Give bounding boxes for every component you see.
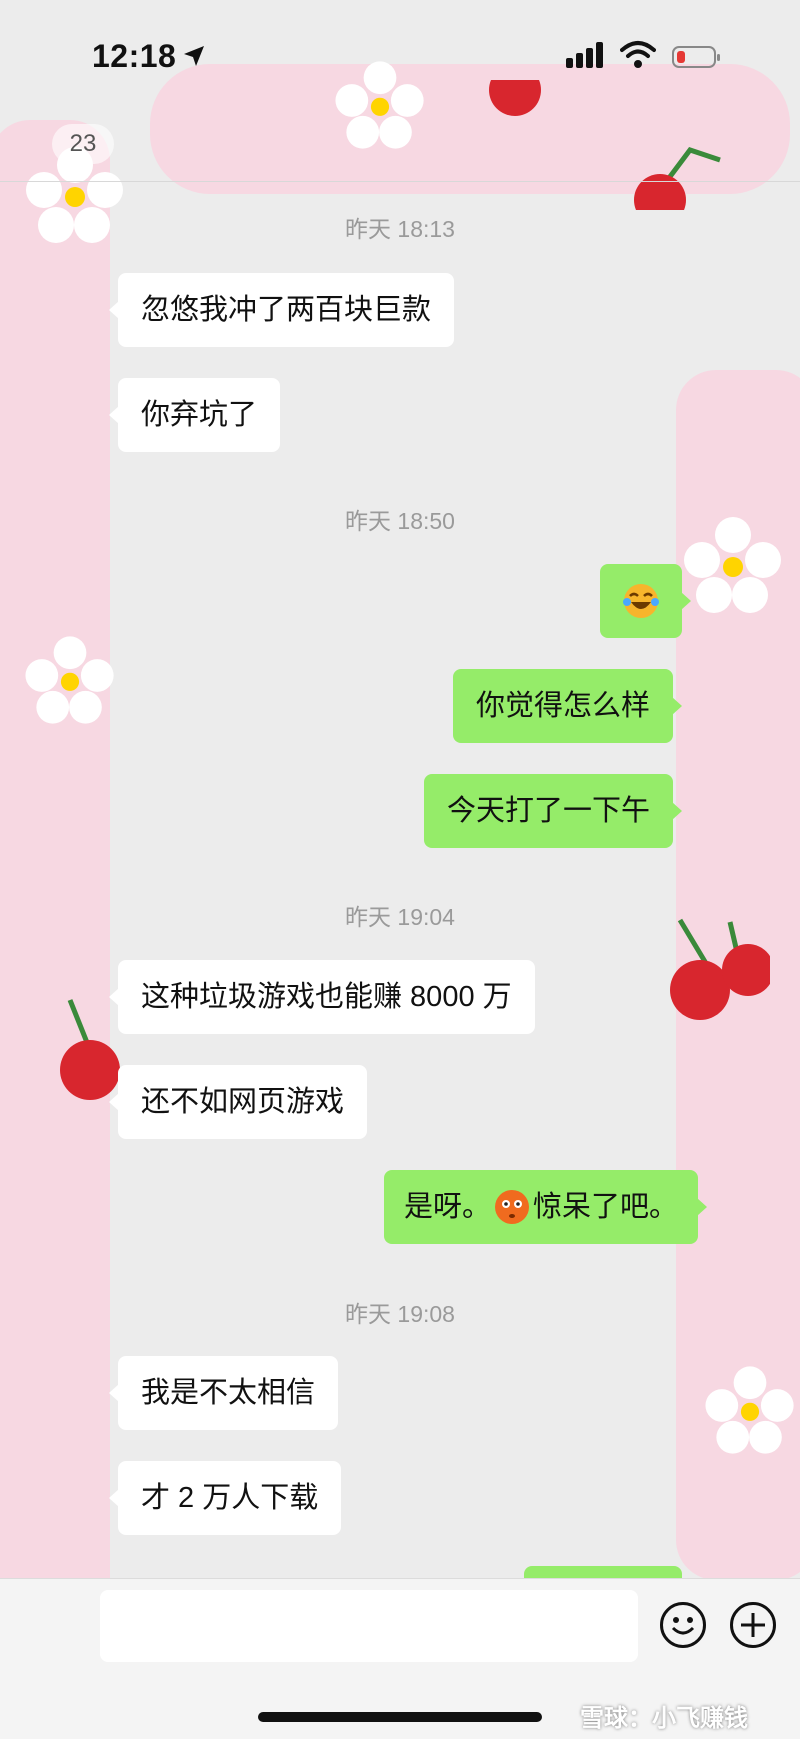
message-text: 你弃坑了 — [141, 398, 258, 431]
unread-count: 23 — [69, 130, 97, 157]
message-text: 惊呆了吧。 — [533, 1190, 679, 1223]
watermark: 雪球：小飞赚钱 — [580, 1705, 748, 1732]
message-text: 今天打了一下午 — [447, 794, 651, 827]
laughing-tears-emoji-icon — [623, 584, 659, 618]
message-text: 忽悠我冲了两百块巨款 — [141, 293, 432, 326]
cherry-decoration-icon — [489, 80, 541, 116]
message-bubble-left[interactable]: 还不如网页游戏 — [108, 1065, 368, 1139]
flower-decoration-icon — [25, 636, 114, 724]
message-text: 我是不太相信 — [141, 1376, 316, 1409]
stunned-face-emoji-icon — [495, 1190, 530, 1224]
plus-icon[interactable] — [730, 1602, 776, 1648]
message-text: 才 2 万人下载 — [141, 1481, 319, 1514]
message-bubble-right[interactable]: 是呀。 惊呆了吧。 — [384, 1170, 708, 1244]
message-text: 是呀。 — [404, 1190, 492, 1223]
status-time: 12:18 — [92, 38, 177, 74]
message-bubble-left[interactable]: 我是不太相信 — [108, 1356, 339, 1430]
message-bubble-right[interactable] — [600, 564, 691, 638]
timestamp: 昨天 18:13 — [345, 216, 455, 242]
cherry-decoration-icon — [634, 147, 721, 210]
home-indicator — [258, 1712, 542, 1722]
timestamp: 昨天 18:50 — [345, 508, 455, 534]
nav-divider — [0, 181, 800, 182]
cellular-signal-icon — [566, 42, 606, 68]
message-text: 还不如网页游戏 — [141, 1085, 345, 1118]
message-input[interactable] — [100, 1590, 638, 1662]
message-bubble-left[interactable]: 忽悠我冲了两百块巨款 — [108, 273, 455, 347]
flower-decoration-icon — [335, 61, 424, 149]
message-bubble-left[interactable]: 才 2 万人下载 — [108, 1461, 342, 1535]
timestamp: 昨天 19:04 — [345, 904, 455, 930]
message-bubble-right[interactable]: 你觉得怎么样 — [453, 669, 683, 743]
wifi-icon — [620, 41, 656, 68]
message-text: 你觉得怎么样 — [476, 689, 651, 722]
message-text: 这种垃圾游戏也能赚 8000 万 — [141, 980, 512, 1013]
timestamp: 昨天 19:08 — [345, 1301, 455, 1327]
smiley-icon[interactable] — [660, 1602, 706, 1648]
flower-decoration-icon — [705, 1366, 794, 1454]
battery-icon — [672, 46, 720, 68]
message-bubble-left[interactable]: 这种垃圾游戏也能赚 8000 万 — [109, 960, 535, 1034]
back-button[interactable]: 23 — [52, 124, 114, 164]
message-bubble-left[interactable]: 你弃坑了 — [108, 378, 281, 452]
location-arrow-icon — [184, 46, 204, 66]
message-bubble-right[interactable]: 今天打了一下午 — [424, 774, 683, 848]
